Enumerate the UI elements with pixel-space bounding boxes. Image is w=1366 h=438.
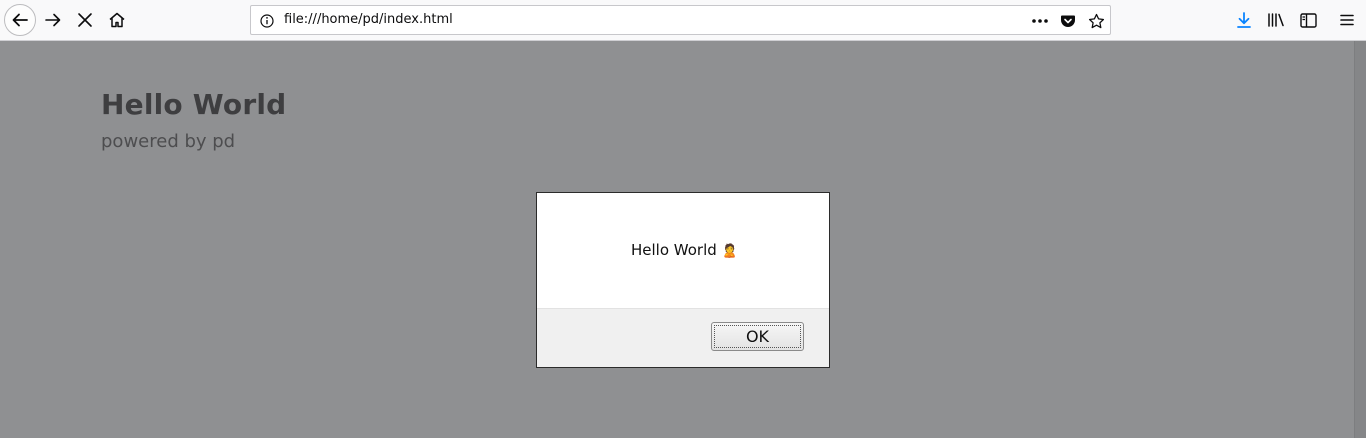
url-text[interactable]: file:///home/pd/index.html	[284, 12, 453, 27]
person-emoji-icon: 🙎	[721, 244, 738, 259]
hamburger-menu-icon	[1340, 14, 1354, 26]
home-button[interactable]	[101, 4, 133, 36]
pocket-icon[interactable]	[1058, 11, 1078, 31]
address-bar[interactable]: file:///home/pd/index.html	[250, 5, 1111, 35]
library-icon	[1268, 13, 1284, 27]
downloads-button[interactable]	[1228, 4, 1260, 36]
home-icon	[109, 12, 125, 28]
forward-arrow-icon	[45, 13, 61, 27]
ok-button[interactable]: OK	[711, 322, 804, 351]
library-button[interactable]	[1260, 4, 1292, 36]
stop-loading-icon	[78, 13, 92, 27]
dialog-footer: OK	[537, 309, 829, 367]
dialog-message-text: Hello World	[631, 241, 717, 259]
forward-button[interactable]	[37, 4, 69, 36]
downloads-icon	[1237, 12, 1251, 28]
alert-dialog: Hello World 🙎 OK	[536, 192, 830, 368]
dialog-body: Hello World 🙎	[537, 193, 829, 309]
vertical-scrollbar[interactable]	[1354, 41, 1366, 438]
back-arrow-icon	[12, 13, 28, 27]
menu-button[interactable]	[1331, 4, 1363, 36]
sidebar-button[interactable]	[1292, 4, 1324, 36]
page-info-icon[interactable]	[257, 11, 277, 31]
page-title: Hello World	[101, 88, 287, 121]
sidebar-icon	[1299, 12, 1317, 28]
browser-toolbar: file:///home/pd/index.html	[0, 0, 1366, 41]
page-subtitle: powered by pd	[101, 131, 236, 152]
back-button[interactable]	[4, 4, 36, 36]
bookmark-star-icon[interactable]	[1086, 11, 1106, 31]
stop-button[interactable]	[69, 4, 101, 36]
dialog-message: Hello World 🙎	[631, 241, 738, 259]
page-actions-icon[interactable]	[1030, 11, 1050, 31]
